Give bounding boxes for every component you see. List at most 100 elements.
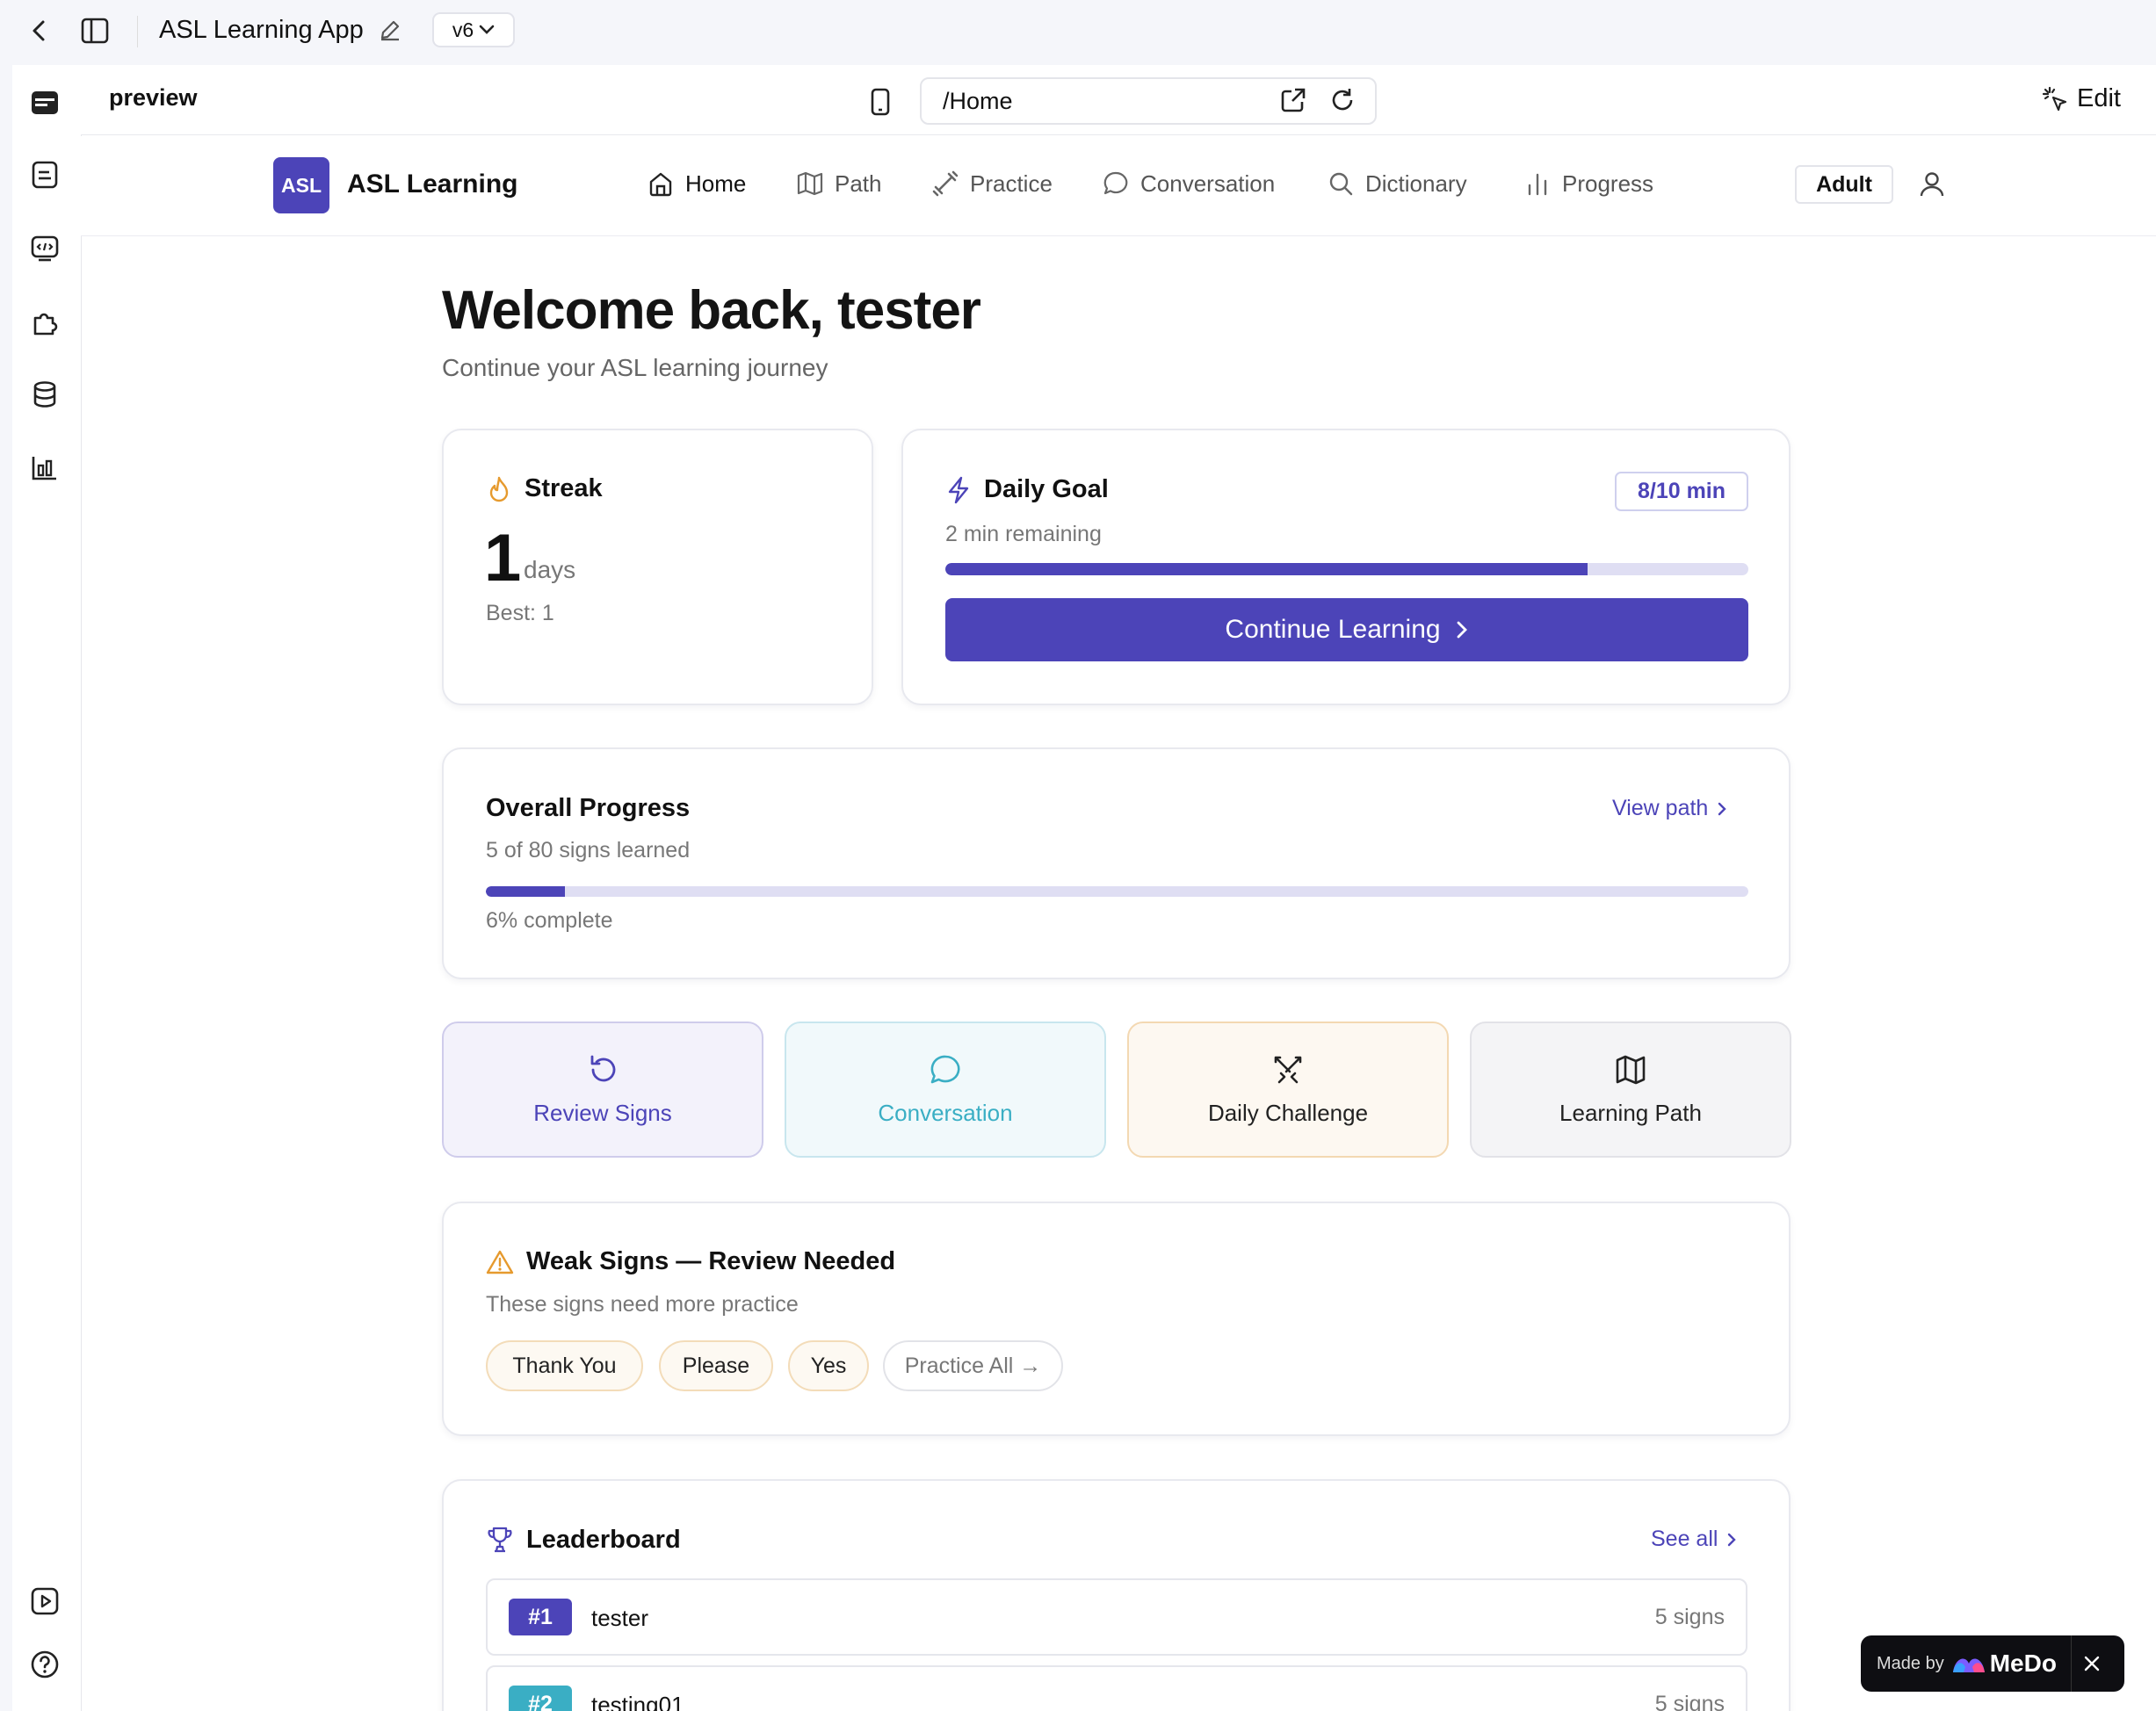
streak-count: 1 [484,521,522,596]
daily-goal-title-label: Daily Goal [984,475,1109,503]
flame-icon [489,476,509,502]
weak-signs-title: Weak Signs — Review Needed [486,1247,895,1276]
leaderboard-name: testing01 [591,1692,684,1711]
code-monitor-icon[interactable] [30,234,60,264]
leaderboard-row[interactable]: #1 tester 5 signs [486,1578,1747,1656]
continue-learning-label: Continue Learning [1225,615,1441,644]
nav-dictionary[interactable]: Dictionary [1327,170,1467,198]
nav-path[interactable]: Path [796,170,882,198]
divider [137,16,138,47]
weak-signs-title-label: Weak Signs — Review Needed [526,1247,896,1275]
mobile-device-icon[interactable] [870,88,891,116]
nav-practice-label: Practice [970,170,1053,197]
nav-home-label: Home [685,170,747,197]
overall-progress-fill [486,886,565,897]
warning-icon [486,1250,514,1274]
url-field[interactable]: /Home [920,77,1377,125]
trophy-icon [488,1527,512,1553]
version-select[interactable]: v6 [432,12,515,47]
nav-dictionary-label: Dictionary [1365,170,1467,197]
document-icon[interactable] [30,160,60,190]
nav-conversation[interactable]: Conversation [1102,170,1275,198]
help-icon[interactable] [30,1650,60,1679]
learning-path-tile[interactable]: Learning Path [1470,1022,1791,1158]
chat-icon [1103,171,1128,195]
practice-all-button[interactable]: Practice All → [883,1340,1063,1391]
map-icon [1616,1055,1646,1085]
external-link-icon[interactable] [1279,86,1307,114]
rotate-ccw-icon [590,1055,616,1082]
nav-progress[interactable]: Progress [1523,170,1653,198]
streak-best: Best: 1 [486,601,554,625]
search-icon [1329,172,1353,196]
leaderboard-value: 5 signs [1654,1605,1725,1629]
brand-name[interactable]: ASL Learning [347,170,517,199]
daily-goal-badge: 8/10 min [1615,472,1748,511]
bar-chart-icon [1528,173,1547,196]
nav-path-label: Path [835,170,882,197]
close-icon[interactable] [2082,1654,2102,1673]
signs-learned: 5 of 80 signs learned [486,838,691,863]
rank-badge: #1 [509,1599,572,1635]
user-icon[interactable] [1919,170,1945,199]
made-by-prefix: Made by [1877,1653,1944,1673]
analytics-icon[interactable] [30,453,60,483]
overall-progress-bar [486,886,1748,897]
refresh-icon[interactable] [1328,86,1357,114]
chat-icon [930,1055,960,1084]
daily-challenge-tile[interactable]: Daily Challenge [1127,1022,1449,1158]
magic-cursor-icon [2042,86,2067,111]
streak-title-label: Streak [525,474,603,502]
edit-button[interactable]: Edit [2042,84,2121,113]
daily-goal-remaining: 2 min remaining [945,522,1102,546]
conversation-tile[interactable]: Conversation [785,1022,1106,1158]
learning-path-label: Learning Path [1559,1100,1702,1126]
plugin-icon[interactable] [30,307,60,337]
pencil-icon[interactable] [378,18,402,42]
weak-sign-chip[interactable]: Yes [788,1340,869,1391]
dumbbell-icon [932,170,959,197]
database-icon[interactable] [30,379,60,409]
divider [2070,1635,2072,1692]
nav-home[interactable]: Home [647,170,746,198]
overall-progress-title: Overall Progress [486,794,691,822]
back-chevron-icon[interactable] [28,18,51,44]
conversation-tile-label: Conversation [878,1100,1013,1126]
view-path-label: View path [1612,796,1709,820]
weak-signs-card [442,1202,1791,1436]
leaderboard-value: 5 signs [1654,1692,1725,1711]
weak-sign-chip[interactable]: Thank You [486,1340,643,1391]
view-path-link[interactable]: View path [1612,796,1727,821]
streak-unit: days [524,556,576,583]
daily-goal-title: Daily Goal [945,475,1109,504]
lightning-icon [948,476,969,503]
see-all-label: See all [1651,1527,1718,1551]
weak-sign-chip[interactable]: Please [659,1340,773,1391]
mode-toggle[interactable]: Adult [1795,165,1893,204]
overall-progress-card [442,747,1791,979]
page-title: Welcome back, tester [442,280,981,341]
leaderboard-title: Leaderboard [486,1525,681,1555]
continue-learning-button[interactable]: Continue Learning [945,598,1748,661]
rank-badge: #2 [509,1686,572,1711]
leaderboard-title-label: Leaderboard [526,1525,681,1554]
logo[interactable]: ASL [273,157,329,213]
nav-practice[interactable]: Practice [931,170,1053,198]
browser-icon[interactable] [30,90,60,116]
made-by-badge[interactable]: Made by MeDo [1861,1635,2124,1692]
app-title: ASL Learning App [159,16,364,44]
leaderboard-name: tester [591,1605,649,1631]
play-icon[interactable] [30,1586,60,1616]
edit-label: Edit [2077,84,2121,112]
chevron-right-icon [1718,802,1727,815]
streak-title: Streak [486,474,603,503]
daily-goal-progress-bar [945,563,1748,575]
chevron-down-icon [479,25,495,34]
sidebar-toggle-icon[interactable] [81,18,109,44]
leaderboard-row[interactable]: #2 testing01 5 signs [486,1665,1747,1711]
see-all-link[interactable]: See all [1651,1527,1737,1552]
medo-logo-icon [1952,1658,1985,1672]
home-icon [649,172,672,197]
review-signs-tile[interactable]: Review Signs [442,1022,763,1158]
chevron-right-icon [1457,621,1467,639]
